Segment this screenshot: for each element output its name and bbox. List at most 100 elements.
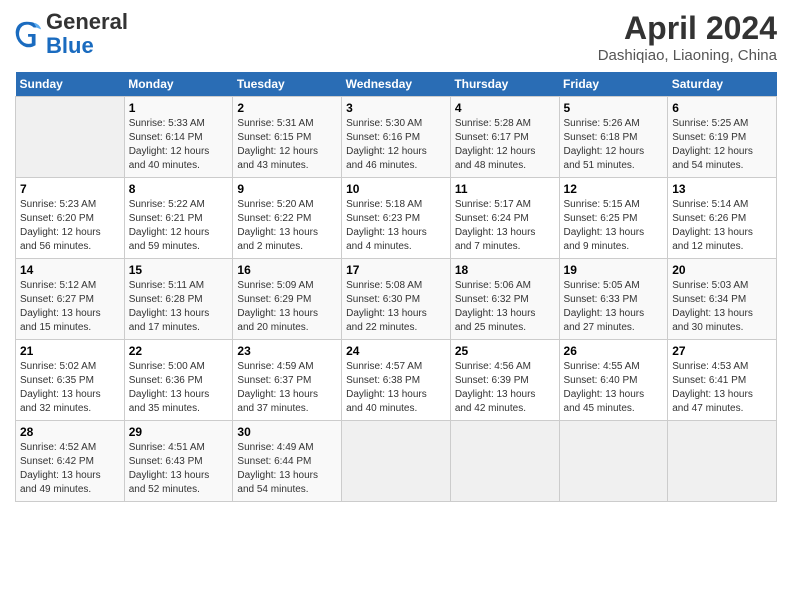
logo-text: General Blue: [46, 9, 128, 58]
header: General Blue April 2024 Dashiqiao, Liaon…: [15, 10, 777, 64]
calendar-cell: 26 Sunrise: 4:55 AM Sunset: 6:40 PM Dayli…: [559, 340, 668, 421]
day-number: 4: [455, 101, 555, 115]
calendar-cell: 28 Sunrise: 4:52 AM Sunset: 6:42 PM Dayli…: [16, 421, 125, 502]
logo: General Blue: [15, 10, 128, 58]
day-number: 14: [20, 263, 120, 277]
general-blue-icon: [15, 20, 43, 48]
calendar-cell: 17 Sunrise: 5:08 AM Sunset: 6:30 PM Dayli…: [342, 259, 451, 340]
calendar-cell: 19 Sunrise: 5:05 AM Sunset: 6:33 PM Dayli…: [559, 259, 668, 340]
calendar-cell: 27 Sunrise: 4:53 AM Sunset: 6:41 PM Dayli…: [668, 340, 777, 421]
day-number: 11: [455, 182, 555, 196]
day-info: Sunrise: 5:26 AM Sunset: 6:18 PM Dayligh…: [564, 117, 664, 173]
week-row-5: 28 Sunrise: 4:52 AM Sunset: 6:42 PM Dayli…: [16, 421, 777, 502]
calendar-cell: 3Sunrise: 5:30 AM Sunset: 6:16 PM Daylig…: [342, 97, 451, 178]
day-info: Sunrise: 5:11 AM Sunset: 6:28 PM Dayligh…: [129, 279, 229, 335]
calendar-cell: 21 Sunrise: 5:02 AM Sunset: 6:35 PM Dayli…: [16, 340, 125, 421]
calendar-cell: 2Sunrise: 5:31 AM Sunset: 6:15 PM Daylig…: [233, 97, 342, 178]
calendar-cell: 13Sunrise: 5:14 AM Sunset: 6:26 PM Dayli…: [668, 178, 777, 259]
calendar-cell: 24 Sunrise: 4:57 AM Sunset: 6:38 PM Dayli…: [342, 340, 451, 421]
calendar-cell: 25Sunrise: 4:56 AM Sunset: 6:39 PM Dayli…: [450, 340, 559, 421]
calendar-cell: 12 Sunrise: 5:15 AM Sunset: 6:25 PM Dayli…: [559, 178, 668, 259]
day-info: Sunrise: 5:06 AM Sunset: 6:32 PM Dayligh…: [455, 279, 555, 335]
weekday-header-monday: Monday: [124, 72, 233, 97]
day-number: 19: [564, 263, 664, 277]
calendar-cell: 30 Sunrise: 4:49 AM Sunset: 6:44 PM Dayli…: [233, 421, 342, 502]
weekday-header-row: SundayMondayTuesdayWednesdayThursdayFrid…: [16, 72, 777, 97]
day-number: 18: [455, 263, 555, 277]
day-info: Sunrise: 5:00 AM Sunset: 6:36 PM Dayligh…: [129, 360, 229, 416]
day-number: 23: [237, 344, 337, 358]
day-info: Sunrise: 4:53 AM Sunset: 6:41 PM Dayligh…: [672, 360, 772, 416]
week-row-4: 21 Sunrise: 5:02 AM Sunset: 6:35 PM Dayli…: [16, 340, 777, 421]
weekday-header-wednesday: Wednesday: [342, 72, 451, 97]
day-number: 17: [346, 263, 446, 277]
page-container: General Blue April 2024 Dashiqiao, Liaon…: [0, 0, 792, 507]
day-number: 2: [237, 101, 337, 115]
day-number: 22: [129, 344, 229, 358]
day-number: 25: [455, 344, 555, 358]
calendar-cell: 18 Sunrise: 5:06 AM Sunset: 6:32 PM Dayli…: [450, 259, 559, 340]
day-info: Sunrise: 5:30 AM Sunset: 6:16 PM Dayligh…: [346, 117, 446, 173]
week-row-1: 1 Sunrise: 5:33 AM Sunset: 6:14 PM Daylig…: [16, 97, 777, 178]
calendar-cell: 8Sunrise: 5:22 AM Sunset: 6:21 PM Daylig…: [124, 178, 233, 259]
day-number: 26: [564, 344, 664, 358]
day-info: Sunrise: 5:25 AM Sunset: 6:19 PM Dayligh…: [672, 117, 772, 173]
week-row-3: 14Sunrise: 5:12 AM Sunset: 6:27 PM Dayli…: [16, 259, 777, 340]
calendar-cell: [342, 421, 451, 502]
day-info: Sunrise: 5:17 AM Sunset: 6:24 PM Dayligh…: [455, 198, 555, 254]
day-info: Sunrise: 4:51 AM Sunset: 6:43 PM Dayligh…: [129, 441, 229, 497]
day-info: Sunrise: 5:18 AM Sunset: 6:23 PM Dayligh…: [346, 198, 446, 254]
day-info: Sunrise: 5:02 AM Sunset: 6:35 PM Dayligh…: [20, 360, 120, 416]
calendar-cell: 5 Sunrise: 5:26 AM Sunset: 6:18 PM Daylig…: [559, 97, 668, 178]
day-number: 15: [129, 263, 229, 277]
day-info: Sunrise: 5:15 AM Sunset: 6:25 PM Dayligh…: [564, 198, 664, 254]
calendar-cell: 7 Sunrise: 5:23 AM Sunset: 6:20 PM Daylig…: [16, 178, 125, 259]
day-info: Sunrise: 5:03 AM Sunset: 6:34 PM Dayligh…: [672, 279, 772, 335]
day-number: 1: [129, 101, 229, 115]
calendar-cell: [559, 421, 668, 502]
calendar-cell: [450, 421, 559, 502]
day-number: 21: [20, 344, 120, 358]
day-number: 29: [129, 425, 229, 439]
day-info: Sunrise: 4:57 AM Sunset: 6:38 PM Dayligh…: [346, 360, 446, 416]
calendar-cell: 22 Sunrise: 5:00 AM Sunset: 6:36 PM Dayli…: [124, 340, 233, 421]
calendar-cell: 4Sunrise: 5:28 AM Sunset: 6:17 PM Daylig…: [450, 97, 559, 178]
calendar-cell: [16, 97, 125, 178]
weekday-header-thursday: Thursday: [450, 72, 559, 97]
day-number: 10: [346, 182, 446, 196]
calendar-cell: [668, 421, 777, 502]
weekday-header-tuesday: Tuesday: [233, 72, 342, 97]
day-number: 24: [346, 344, 446, 358]
day-number: 9: [237, 182, 337, 196]
day-number: 7: [20, 182, 120, 196]
day-number: 30: [237, 425, 337, 439]
day-number: 27: [672, 344, 772, 358]
calendar-table: SundayMondayTuesdayWednesdayThursdayFrid…: [15, 72, 777, 502]
main-title: April 2024: [598, 10, 777, 47]
day-info: Sunrise: 4:55 AM Sunset: 6:40 PM Dayligh…: [564, 360, 664, 416]
weekday-header-saturday: Saturday: [668, 72, 777, 97]
day-number: 12: [564, 182, 664, 196]
day-info: Sunrise: 5:23 AM Sunset: 6:20 PM Dayligh…: [20, 198, 120, 254]
day-info: Sunrise: 5:08 AM Sunset: 6:30 PM Dayligh…: [346, 279, 446, 335]
title-block: April 2024 Dashiqiao, Liaoning, China: [598, 10, 777, 64]
weekday-header-sunday: Sunday: [16, 72, 125, 97]
day-number: 5: [564, 101, 664, 115]
calendar-cell: 1 Sunrise: 5:33 AM Sunset: 6:14 PM Daylig…: [124, 97, 233, 178]
calendar-cell: 9Sunrise: 5:20 AM Sunset: 6:22 PM Daylig…: [233, 178, 342, 259]
day-info: Sunrise: 5:05 AM Sunset: 6:33 PM Dayligh…: [564, 279, 664, 335]
weekday-header-friday: Friday: [559, 72, 668, 97]
calendar-cell: 23Sunrise: 4:59 AM Sunset: 6:37 PM Dayli…: [233, 340, 342, 421]
calendar-cell: 20 Sunrise: 5:03 AM Sunset: 6:34 PM Dayli…: [668, 259, 777, 340]
day-info: Sunrise: 4:52 AM Sunset: 6:42 PM Dayligh…: [20, 441, 120, 497]
calendar-cell: 16Sunrise: 5:09 AM Sunset: 6:29 PM Dayli…: [233, 259, 342, 340]
day-info: Sunrise: 4:49 AM Sunset: 6:44 PM Dayligh…: [237, 441, 337, 497]
week-row-2: 7 Sunrise: 5:23 AM Sunset: 6:20 PM Daylig…: [16, 178, 777, 259]
day-number: 20: [672, 263, 772, 277]
day-info: Sunrise: 5:33 AM Sunset: 6:14 PM Dayligh…: [129, 117, 229, 173]
day-number: 8: [129, 182, 229, 196]
calendar-cell: 6Sunrise: 5:25 AM Sunset: 6:19 PM Daylig…: [668, 97, 777, 178]
day-number: 28: [20, 425, 120, 439]
day-info: Sunrise: 5:09 AM Sunset: 6:29 PM Dayligh…: [237, 279, 337, 335]
calendar-cell: 11 Sunrise: 5:17 AM Sunset: 6:24 PM Dayli…: [450, 178, 559, 259]
